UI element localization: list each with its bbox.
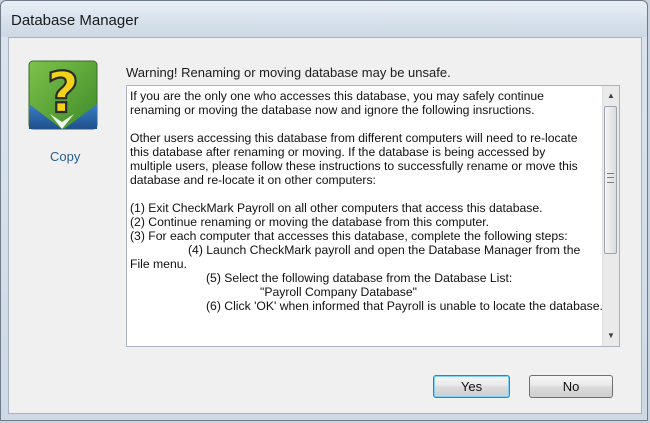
message-line: File menu. [130, 257, 187, 271]
message-line: Other users accessing this database from… [130, 131, 578, 145]
grip-icon [607, 173, 614, 183]
message-line: (4) Launch CheckMark payroll and open th… [188, 243, 581, 257]
instructions-content: If you are the only one who accesses thi… [130, 89, 603, 313]
scroll-down-arrow-icon[interactable]: ▼ [603, 328, 619, 344]
database-manager-dialog: Database Manager ? Copy Warning! Renamin… [0, 0, 648, 421]
svg-text:?: ? [47, 61, 79, 126]
message-line: (6) Click 'OK' when informed that Payrol… [206, 299, 603, 313]
message-line: multiple users, please follow these inst… [130, 159, 578, 173]
copy-label[interactable]: Copy [50, 149, 80, 164]
message-line: If you are the only one who accesses thi… [130, 89, 544, 103]
no-button[interactable]: No [529, 375, 613, 398]
instructions-textbox[interactable]: If you are the only one who accesses thi… [126, 85, 620, 347]
message-line: renaming or moving the database now and … [130, 103, 535, 117]
message-line: (3) For each computer that accesses this… [130, 229, 568, 243]
message-line: database and re-locate it on other compu… [130, 173, 376, 187]
title-bar[interactable]: Database Manager [1, 1, 647, 37]
message-line: (2) Continue renaming or moving the data… [130, 215, 490, 229]
warning-text: Warning! Renaming or moving database may… [126, 65, 451, 80]
message-line: (5) Select the following database from t… [206, 271, 513, 285]
scroll-thumb[interactable] [604, 106, 617, 254]
message-line: (1) Exit CheckMark Payroll on all other … [130, 201, 543, 215]
vertical-scrollbar[interactable]: ▲ ▼ [602, 86, 619, 346]
scroll-up-arrow-icon[interactable]: ▲ [603, 88, 619, 104]
yes-button[interactable]: Yes [433, 375, 510, 398]
window-title: Database Manager [11, 12, 139, 29]
help-question-icon[interactable]: ? [28, 60, 98, 130]
message-line: "Payroll Company Database" [260, 285, 418, 299]
message-line: this database after renaming or moving. … [130, 145, 546, 159]
